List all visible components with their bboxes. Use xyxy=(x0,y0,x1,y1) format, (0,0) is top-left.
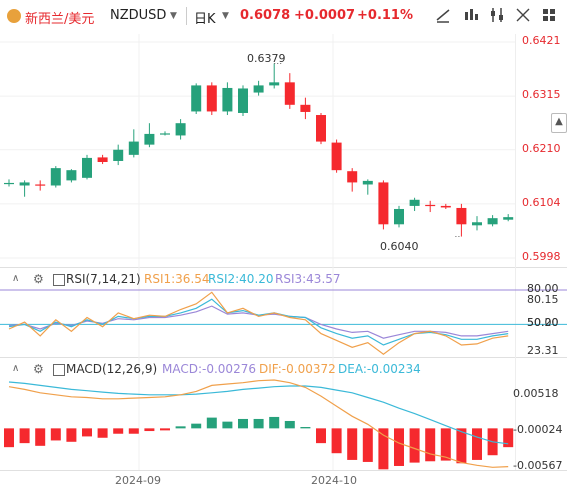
macd-bar xyxy=(144,428,155,432)
macd-bar xyxy=(160,428,170,431)
candle-body xyxy=(191,85,202,112)
low-price-label: 0.6040 xyxy=(380,240,419,253)
macd-bar xyxy=(331,428,342,454)
candle-body xyxy=(128,141,139,155)
macd-bar xyxy=(113,428,124,434)
rsi-settings-icon[interactable]: ⚙ xyxy=(33,272,44,286)
macd-bar xyxy=(269,416,280,429)
rsi-tick-label: 23.31 xyxy=(527,343,559,357)
candle-body xyxy=(409,199,420,206)
price-tick-label: 0.6104 xyxy=(522,195,561,209)
macd-bar xyxy=(4,428,14,448)
candle-body xyxy=(487,218,498,225)
macd-bar xyxy=(456,428,467,464)
rsi3-value: RSI3:43.57 xyxy=(275,272,341,286)
kline-chart[interactable] xyxy=(0,0,567,490)
macd-bar xyxy=(409,428,420,463)
price-tick-label: 0.5998 xyxy=(522,250,561,263)
rsi-tick-label: 50.20 xyxy=(527,316,559,330)
candle-body xyxy=(284,82,295,105)
candle-body xyxy=(472,222,482,226)
macd-bar xyxy=(222,421,233,429)
candle-body xyxy=(222,87,233,112)
macd-bar xyxy=(128,428,139,434)
macd-bar xyxy=(503,428,514,448)
candle-body xyxy=(347,171,358,183)
macd-bar xyxy=(66,428,77,442)
candle-body xyxy=(175,123,186,136)
candle-body xyxy=(331,142,342,171)
macd-bar xyxy=(425,428,436,462)
price-tick-label: 0.6421 xyxy=(522,34,561,47)
rsi1-value: RSI1:36.54 xyxy=(144,272,210,286)
time-tick-label: 2024-09 xyxy=(115,474,161,487)
time-tick-label: 2024-10 xyxy=(311,474,357,487)
macd-bar xyxy=(347,428,358,460)
macd-tick-label: -0.00024 xyxy=(513,422,563,436)
rsi-chart-icon xyxy=(53,274,65,286)
candle-body xyxy=(425,204,436,207)
macd-tick-label: -0.00567 xyxy=(513,459,563,473)
candle-body xyxy=(300,104,311,112)
candle-body xyxy=(113,149,124,161)
macd-bar xyxy=(238,418,248,429)
macd-chart-icon xyxy=(53,364,65,376)
macd-bar xyxy=(253,418,264,429)
candle-body xyxy=(4,182,14,185)
candle-body xyxy=(35,184,46,186)
candle-body xyxy=(394,208,404,225)
macd-tick-label: 0.00518 xyxy=(513,386,559,400)
rsi-tick-label: 80.15 xyxy=(527,293,559,306)
candle-body xyxy=(82,157,92,178)
macd-bar xyxy=(175,426,186,429)
macd-bar xyxy=(82,428,92,437)
candle-body xyxy=(378,182,389,225)
macd-bar xyxy=(35,428,46,446)
price-tick-label: 0.6210 xyxy=(522,141,561,155)
macd-title[interactable]: MACD(12,26,9) xyxy=(66,362,157,376)
candle-body xyxy=(66,170,77,181)
dea-value: DEA:-0.00234 xyxy=(338,362,421,376)
candle-body xyxy=(160,133,170,135)
candle-body xyxy=(440,205,451,208)
candle-body xyxy=(362,180,373,185)
macd-bar xyxy=(206,417,217,429)
dif-value: DIF:-0.00372 xyxy=(259,362,336,376)
macd-bar xyxy=(19,428,30,444)
chart-grid xyxy=(0,34,567,471)
macd-collapse-icon[interactable]: ∧ xyxy=(12,363,19,374)
candle-body xyxy=(206,85,217,112)
candle-body xyxy=(144,133,155,145)
macd-bar xyxy=(284,420,295,429)
macd-bar xyxy=(472,428,482,460)
macd-bar xyxy=(316,428,326,444)
macd-bar xyxy=(362,428,373,462)
chevron-up-icon[interactable]: ▲ xyxy=(551,113,567,133)
macd-bar xyxy=(394,428,404,466)
macd-bar xyxy=(191,423,202,429)
high-price-label: 0.6379 xyxy=(247,52,286,65)
macd-bar xyxy=(300,427,311,429)
candle-body xyxy=(253,85,264,93)
macd-settings-icon[interactable]: ⚙ xyxy=(33,362,44,376)
rsi1-line xyxy=(8,291,509,355)
rsi2-value: RSI2:40.20 xyxy=(208,272,274,286)
candle-body xyxy=(456,207,467,225)
price-tick-label: 0.6315 xyxy=(522,88,561,102)
macd-bar xyxy=(50,428,61,441)
rsi-collapse-icon[interactable]: ∧ xyxy=(12,273,19,284)
candle-body xyxy=(50,168,61,186)
candle-body xyxy=(97,157,108,162)
candle-body xyxy=(503,217,514,220)
candle-body xyxy=(19,182,30,186)
rsi-title[interactable]: RSI(7,14,21) xyxy=(66,272,141,286)
macd-bar xyxy=(97,428,108,438)
candle-body xyxy=(316,115,326,142)
candle-body xyxy=(269,82,280,86)
candle-body xyxy=(238,88,248,113)
macd-value: MACD:-0.00276 xyxy=(162,362,256,376)
rsi-lines xyxy=(0,289,567,355)
macd-bar xyxy=(440,428,451,461)
macd-series xyxy=(4,379,514,470)
